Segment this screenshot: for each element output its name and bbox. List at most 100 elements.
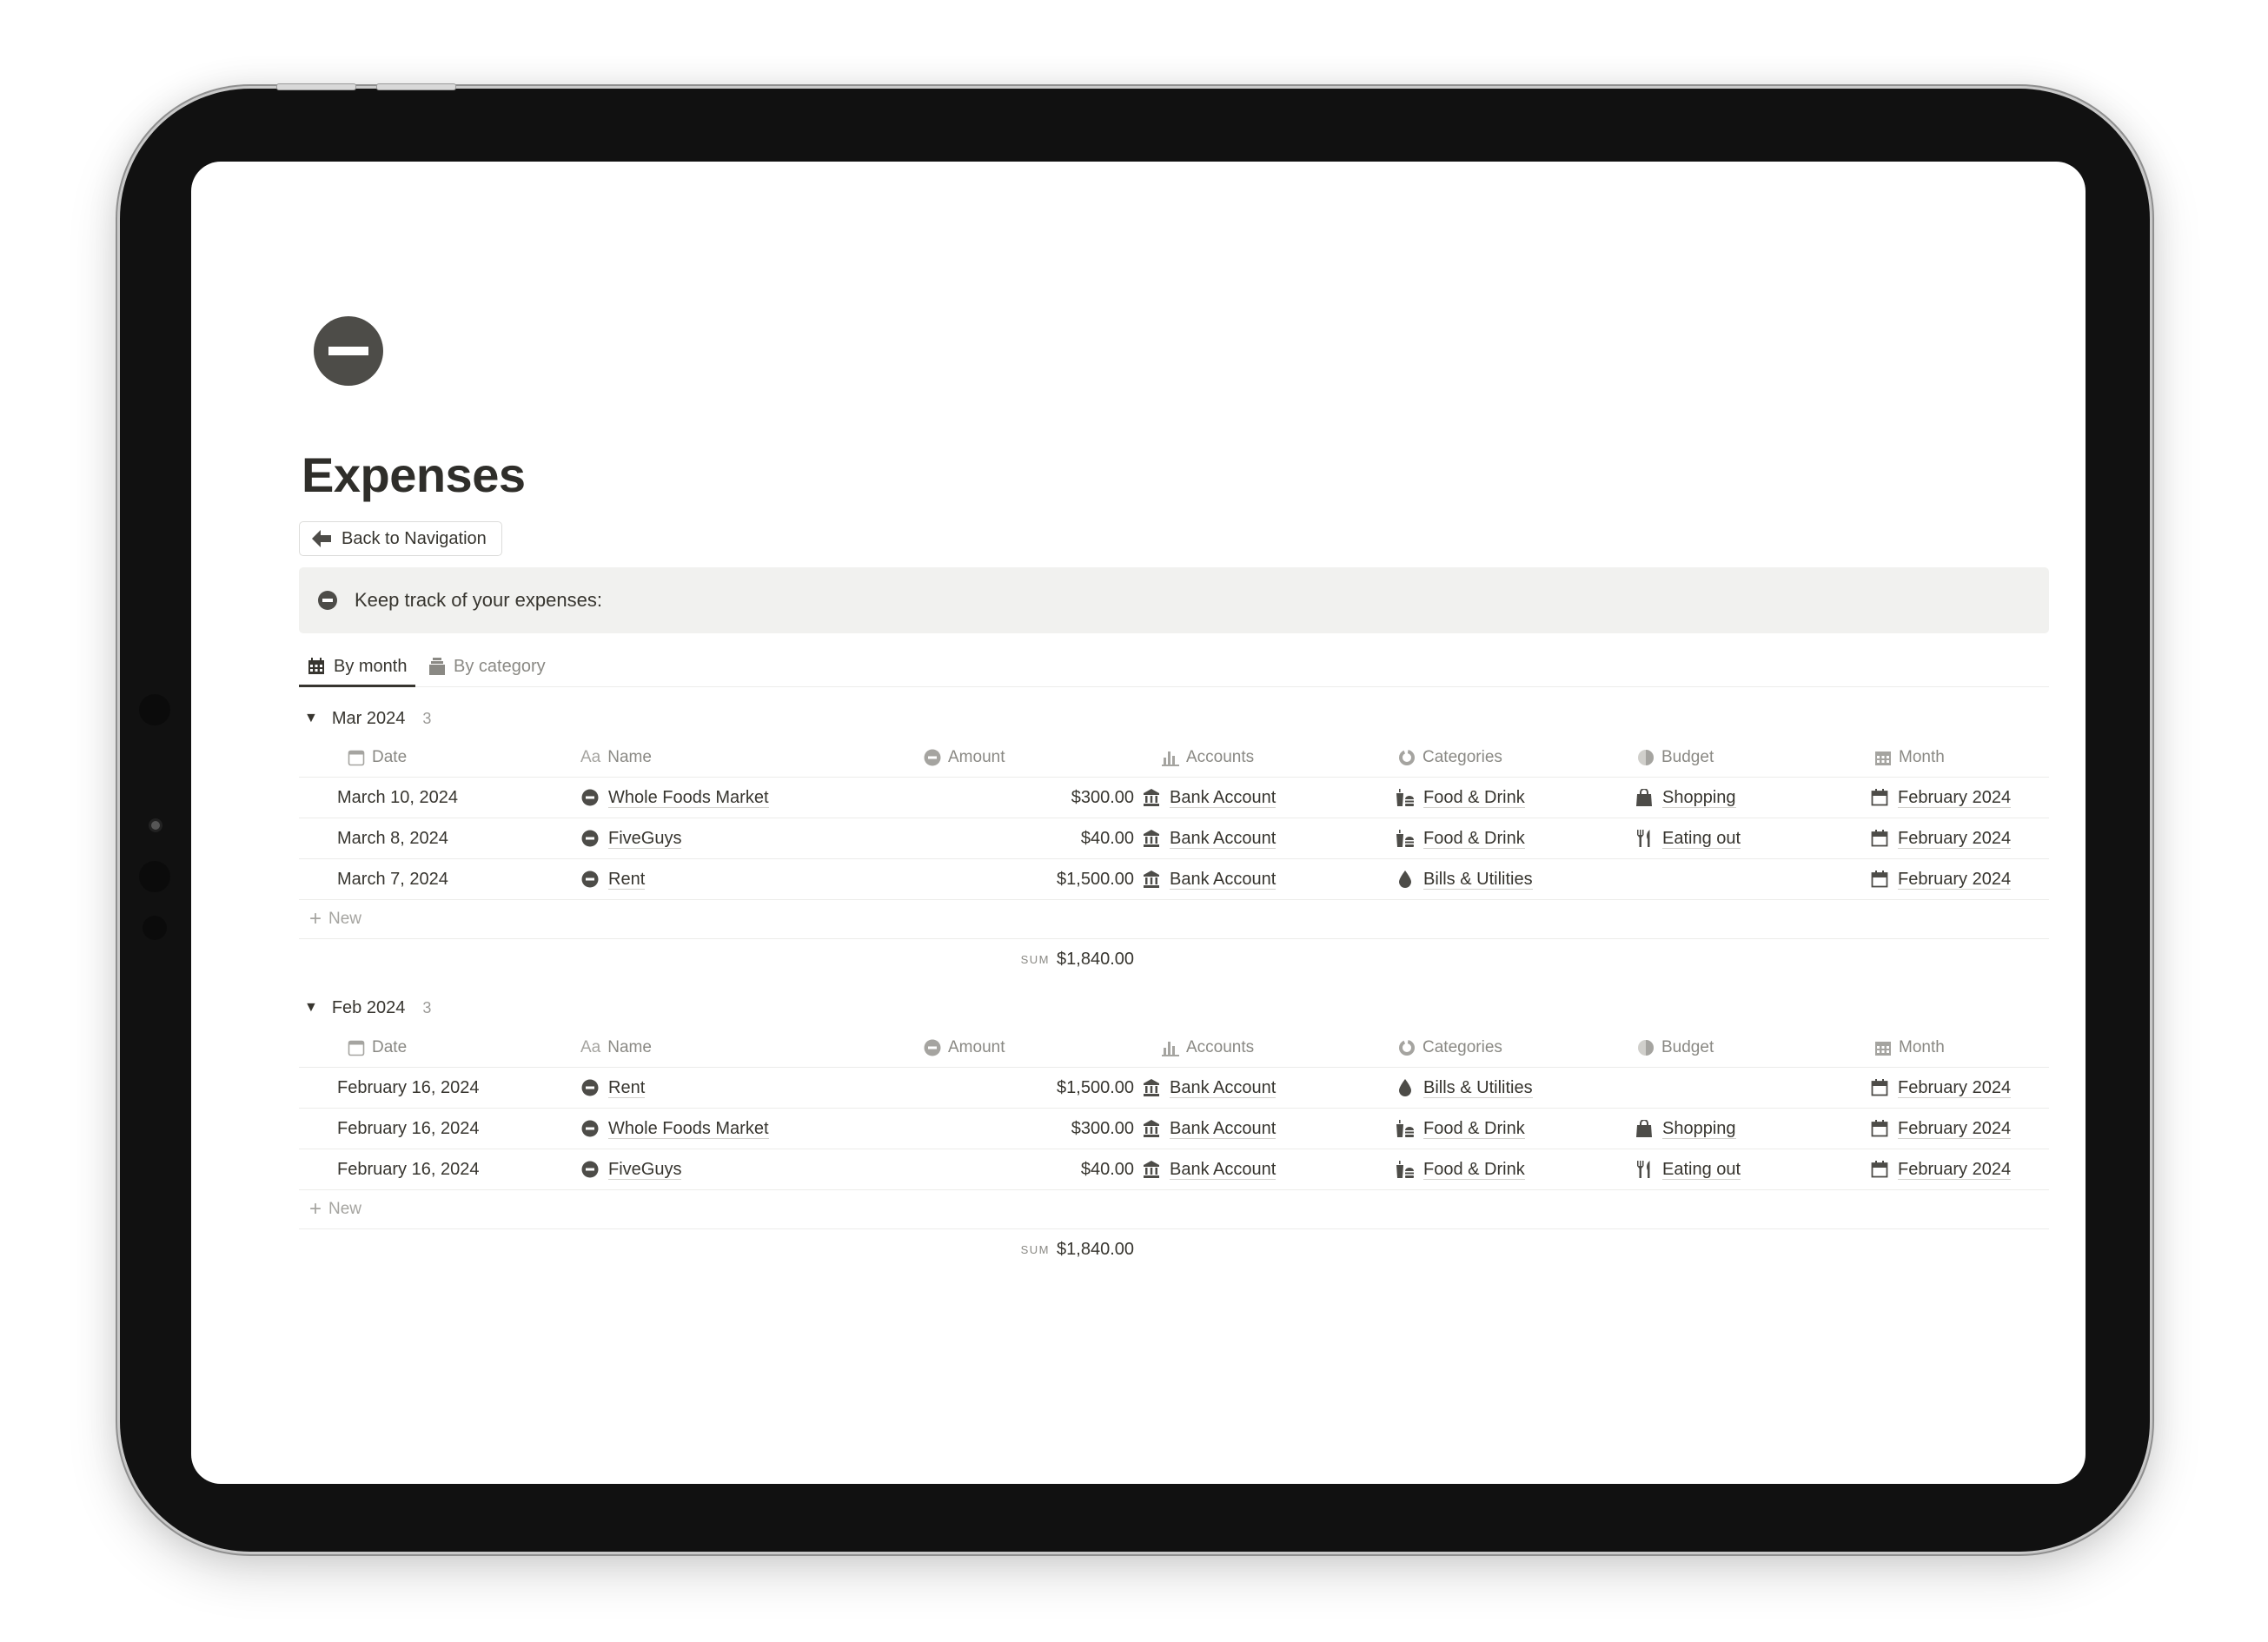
expense-name-link[interactable]: FiveGuys — [608, 829, 682, 849]
cell-date[interactable]: March 7, 2024 — [337, 859, 563, 899]
group-header-mar-2024[interactable]: ▼ Mar 2024 3 — [304, 705, 431, 732]
collapse-toggle-icon[interactable]: ▼ — [304, 711, 318, 726]
cell-month[interactable]: February 2024 — [1870, 1149, 2044, 1189]
cell-budget[interactable]: Shopping — [1635, 778, 1860, 818]
table-row[interactable]: March 7, 2024 Rent $1,500.00 Bank Account Bi… — [299, 859, 2049, 900]
cell-date[interactable]: March 8, 2024 — [337, 818, 563, 858]
budget-link[interactable]: Eating out — [1662, 829, 1741, 849]
column-amount[interactable]: Amount — [924, 1029, 1005, 1067]
add-new-row-button[interactable]: + New — [299, 900, 2049, 939]
column-date[interactable]: Date — [348, 738, 407, 777]
cell-date[interactable]: March 10, 2024 — [337, 778, 563, 818]
cell-name[interactable]: Rent — [580, 1068, 911, 1108]
cell-account[interactable]: Bank Account — [1142, 1149, 1368, 1189]
expense-name-link[interactable]: Rent — [608, 870, 646, 890]
month-link[interactable]: February 2024 — [1898, 1160, 2012, 1180]
column-month[interactable]: Month — [1874, 1029, 1945, 1067]
cell-budget[interactable] — [1635, 1068, 1860, 1108]
account-link[interactable]: Bank Account — [1170, 829, 1277, 849]
add-new-row-button[interactable]: + New — [299, 1190, 2049, 1229]
cell-month[interactable]: February 2024 — [1870, 859, 2044, 899]
cell-category[interactable]: Bills & Utilities — [1396, 1068, 1621, 1108]
column-categories[interactable]: Categories — [1398, 738, 1502, 777]
budget-link[interactable]: Shopping — [1662, 788, 1736, 808]
cell-account[interactable]: Bank Account — [1142, 859, 1368, 899]
cell-amount[interactable]: $40.00 — [912, 818, 1134, 858]
budget-link[interactable]: Shopping — [1662, 1119, 1736, 1139]
column-accounts[interactable]: Accounts — [1162, 1029, 1254, 1067]
category-link[interactable]: Bills & Utilities — [1423, 1078, 1533, 1098]
column-name[interactable]: Aa Name — [580, 1029, 652, 1067]
cell-month[interactable]: February 2024 — [1870, 1109, 2044, 1149]
table-row[interactable]: February 16, 2024 Whole Foods Market $300.… — [299, 1109, 2049, 1149]
category-link[interactable]: Bills & Utilities — [1423, 870, 1533, 890]
cell-account[interactable]: Bank Account — [1142, 1109, 1368, 1149]
cell-amount[interactable]: $1,500.00 — [912, 859, 1134, 899]
cell-amount[interactable]: $40.00 — [912, 1149, 1134, 1189]
cell-category[interactable]: Bills & Utilities — [1396, 859, 1621, 899]
cell-month[interactable]: February 2024 — [1870, 778, 2044, 818]
cell-date[interactable]: February 16, 2024 — [337, 1068, 563, 1108]
cell-amount[interactable]: $300.00 — [912, 1109, 1134, 1149]
cell-amount[interactable]: $1,500.00 — [912, 1068, 1134, 1108]
cell-date[interactable]: February 16, 2024 — [337, 1149, 563, 1189]
column-accounts[interactable]: Accounts — [1162, 738, 1254, 777]
expense-name-link[interactable]: Whole Foods Market — [608, 788, 769, 808]
expense-name-link[interactable]: Rent — [608, 1078, 646, 1098]
cell-account[interactable]: Bank Account — [1142, 818, 1368, 858]
tab-by-month[interactable]: By month — [299, 648, 416, 687]
cell-budget[interactable]: Eating out — [1635, 818, 1860, 858]
cell-name[interactable]: Whole Foods Market — [580, 778, 911, 818]
cell-account[interactable]: Bank Account — [1142, 1068, 1368, 1108]
account-link[interactable]: Bank Account — [1170, 788, 1277, 808]
category-link[interactable]: Food & Drink — [1423, 788, 1525, 808]
tab-by-category[interactable]: By category — [429, 648, 546, 685]
collapse-toggle-icon[interactable]: ▼ — [304, 1000, 318, 1016]
cell-month[interactable]: February 2024 — [1870, 818, 2044, 858]
cell-date[interactable]: February 16, 2024 — [337, 1109, 563, 1149]
table-row[interactable]: March 10, 2024 Whole Foods Market $300.00 B… — [299, 778, 2049, 818]
column-categories[interactable]: Categories — [1398, 1029, 1502, 1067]
table-row[interactable]: March 8, 2024 FiveGuys $40.00 Bank Account F… — [299, 818, 2049, 859]
cell-account[interactable]: Bank Account — [1142, 778, 1368, 818]
page-icon-minus-circle[interactable] — [314, 316, 383, 386]
month-link[interactable]: February 2024 — [1898, 1078, 2012, 1098]
month-link[interactable]: February 2024 — [1898, 788, 2012, 808]
expense-name-link[interactable]: FiveGuys — [608, 1160, 682, 1180]
category-link[interactable]: Food & Drink — [1423, 1119, 1525, 1139]
cell-budget[interactable]: Eating out — [1635, 1149, 1860, 1189]
account-link[interactable]: Bank Account — [1170, 1160, 1277, 1180]
budget-link[interactable]: Eating out — [1662, 1160, 1741, 1180]
cell-category[interactable]: Food & Drink — [1396, 1109, 1621, 1149]
column-amount[interactable]: Amount — [924, 738, 1005, 777]
category-link[interactable]: Food & Drink — [1423, 829, 1525, 849]
cell-name[interactable]: FiveGuys — [580, 1149, 911, 1189]
table-row[interactable]: February 16, 2024 Rent $1,500.00 Bank Accou… — [299, 1068, 2049, 1109]
column-name[interactable]: Aa Name — [580, 738, 652, 777]
column-date[interactable]: Date — [348, 1029, 407, 1067]
amount-sum[interactable]: SUM $1,840.00 — [1021, 1229, 1134, 1269]
cell-amount[interactable]: $300.00 — [912, 778, 1134, 818]
cell-name[interactable]: Whole Foods Market — [580, 1109, 911, 1149]
cell-name[interactable]: Rent — [580, 859, 911, 899]
cell-budget[interactable]: Shopping — [1635, 1109, 1860, 1149]
cell-month[interactable]: February 2024 — [1870, 1068, 2044, 1108]
cell-name[interactable]: FiveGuys — [580, 818, 911, 858]
back-to-navigation-button[interactable]: Back to Navigation — [299, 521, 502, 556]
group-header-feb-2024[interactable]: ▼ Feb 2024 3 — [304, 995, 431, 1021]
month-link[interactable]: February 2024 — [1898, 829, 2012, 849]
cell-category[interactable]: Food & Drink — [1396, 1149, 1621, 1189]
cell-category[interactable]: Food & Drink — [1396, 818, 1621, 858]
cell-budget[interactable] — [1635, 859, 1860, 899]
column-month[interactable]: Month — [1874, 738, 1945, 777]
month-link[interactable]: February 2024 — [1898, 870, 2012, 890]
month-link[interactable]: February 2024 — [1898, 1119, 2012, 1139]
category-link[interactable]: Food & Drink — [1423, 1160, 1525, 1180]
account-link[interactable]: Bank Account — [1170, 1119, 1277, 1139]
amount-sum[interactable]: SUM $1,840.00 — [1021, 939, 1134, 979]
column-budget[interactable]: Budget — [1637, 1029, 1714, 1067]
table-row[interactable]: February 16, 2024 FiveGuys $40.00 Bank Acco… — [299, 1149, 2049, 1190]
cell-category[interactable]: Food & Drink — [1396, 778, 1621, 818]
expense-name-link[interactable]: Whole Foods Market — [608, 1119, 769, 1139]
column-budget[interactable]: Budget — [1637, 738, 1714, 777]
